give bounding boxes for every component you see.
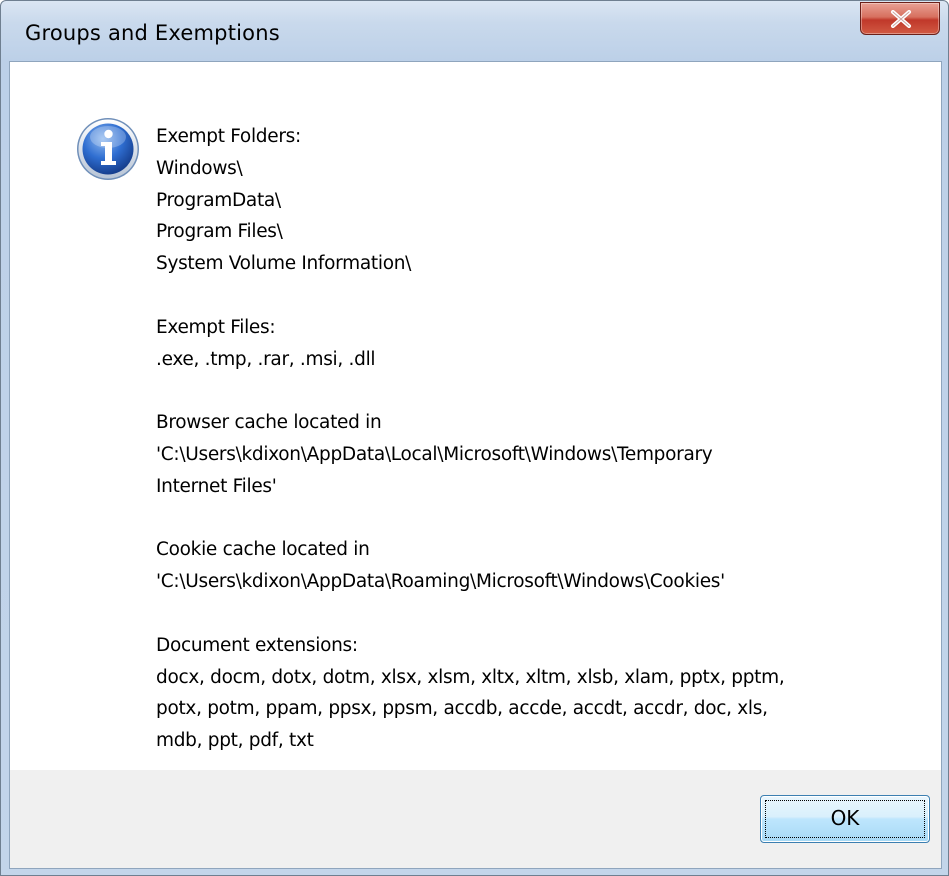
message-line: 'C:\Users\kdixon\AppData\Roaming\Microso… (156, 571, 725, 593)
message-line: 'C:\Users\kdixon\AppData\Local\Microsoft… (156, 443, 713, 465)
message-line: Internet Files' (156, 475, 277, 497)
ok-button[interactable]: OK (760, 795, 930, 843)
message-line: potx, potm, ppam, ppsx, ppsm, accdb, acc… (156, 698, 768, 720)
message-area: Exempt Folders: Windows\ ProgramData\ Progr… (10, 62, 941, 770)
dialog-window: Groups and Exemptions Exempt Folders: Wi… (0, 0, 949, 876)
dialog-client-area: Exempt Folders: Windows\ ProgramData\ Progr… (9, 61, 942, 869)
message-line: Exempt Folders: (156, 126, 301, 147)
ok-button-label: OK (830, 806, 860, 830)
title-bar[interactable]: Groups and Exemptions (1, 1, 948, 61)
message-line: .exe, .tmp, .rar, .msi, .dll (156, 348, 376, 370)
message-line: Windows\ (156, 157, 243, 179)
close-button[interactable] (860, 2, 940, 35)
close-icon (891, 10, 911, 28)
message-line: Cookie cache located in (156, 539, 370, 561)
message-line: mdb, ppt, pdf, txt (156, 730, 314, 752)
message-line: docx, docm, dotx, dotm, xlsx, xlsm, xltx… (156, 666, 785, 688)
window-title: Groups and Exemptions (25, 21, 280, 45)
message-line: Program Files\ (156, 221, 283, 243)
message-text: Exempt Folders: Windows\ ProgramData\ Progr… (156, 121, 926, 757)
information-icon (77, 118, 139, 180)
message-line: System Volume Information\ (156, 253, 412, 275)
message-line: Browser cache located in (156, 412, 382, 434)
message-line: Document extensions: (156, 634, 358, 656)
message-line: Exempt Files: (156, 316, 276, 338)
message-line: ProgramData\ (156, 189, 281, 211)
